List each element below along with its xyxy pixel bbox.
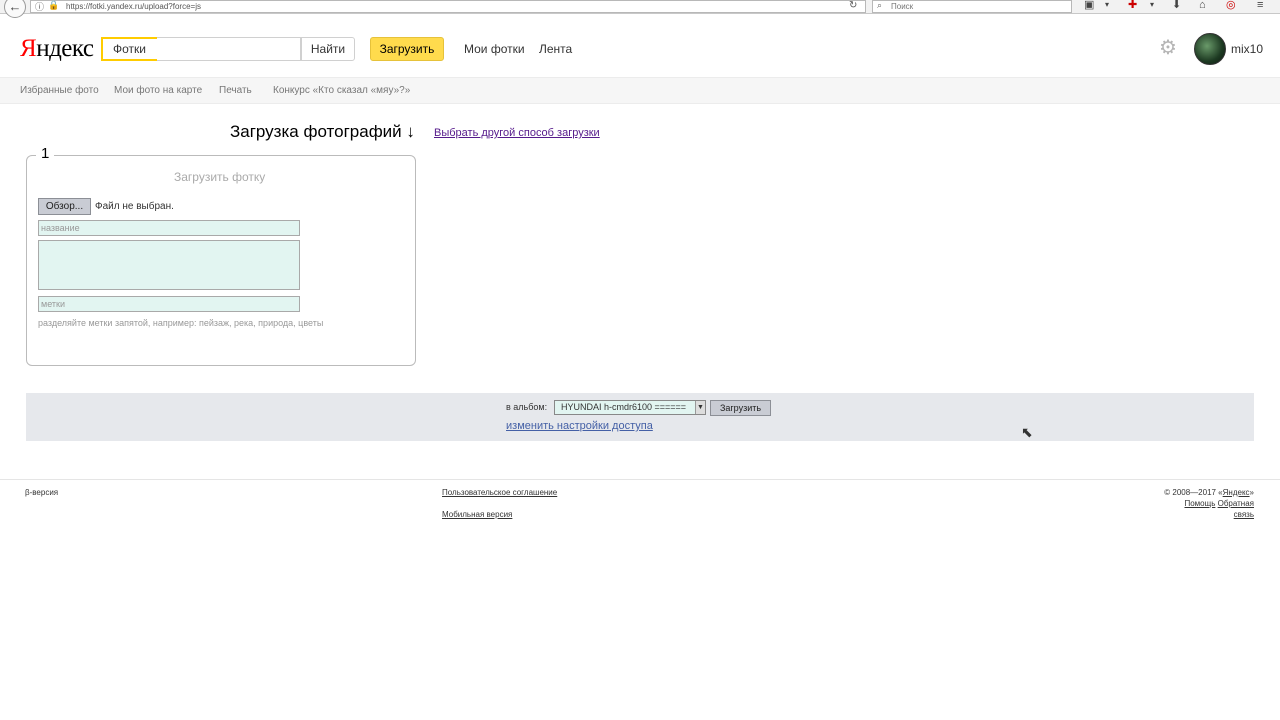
- yandex-logo[interactable]: Яндекс: [20, 35, 94, 63]
- user-agreement-link[interactable]: Пользовательское соглашение: [442, 488, 557, 497]
- menu-icon[interactable]: ≡: [1257, 0, 1263, 12]
- subnav-print[interactable]: Печать: [219, 85, 252, 96]
- service-tag[interactable]: Фотки: [101, 37, 167, 61]
- dropdown-icon[interactable]: ▾: [1105, 0, 1109, 12]
- help-link[interactable]: Помощь: [1184, 499, 1215, 508]
- reload-icon[interactable]: ↻: [849, 0, 857, 11]
- addon-icon[interactable]: ✚: [1128, 0, 1137, 12]
- browser-search-input[interactable]: ⌕ Поиск: [872, 0, 1072, 13]
- info-icon[interactable]: ⓘ: [35, 0, 44, 13]
- subnav-map[interactable]: Мои фото на карте: [114, 85, 202, 96]
- home-icon[interactable]: ⌂: [1199, 0, 1206, 12]
- yandex-link[interactable]: Яндекс: [1223, 488, 1250, 497]
- browser-toolbar: ← ⓘ 🔒 https://fotki.yandex.ru/upload?for…: [0, 0, 1280, 18]
- copyright-end: »: [1249, 488, 1254, 497]
- footer-divider: [0, 479, 1280, 480]
- footer-links-2: связь: [1234, 510, 1254, 519]
- photo-tags-input[interactable]: метки: [38, 296, 300, 312]
- feedback-link[interactable]: Обратная: [1218, 499, 1254, 508]
- nav-my-photos[interactable]: Мои фотки: [464, 42, 525, 56]
- copyright: © 2008—2017 «Яндекс»: [1164, 488, 1254, 497]
- search-placeholder: Поиск: [891, 2, 914, 11]
- browse-button[interactable]: Обзор...: [38, 198, 91, 215]
- subnav-contest[interactable]: Конкурс «Кто сказал «мяу»?»: [273, 85, 410, 96]
- file-status: Файл не выбран.: [95, 201, 174, 212]
- album-label: в альбом:: [506, 402, 548, 412]
- header-upload-button[interactable]: Загрузить: [370, 37, 444, 61]
- opera-icon[interactable]: ◎: [1226, 0, 1236, 12]
- gear-icon[interactable]: ⚙: [1159, 38, 1177, 58]
- back-arrow-icon[interactable]: ←: [4, 0, 26, 18]
- feedback-link-2[interactable]: связь: [1234, 510, 1254, 519]
- mobile-version-link[interactable]: Мобильная версия: [442, 510, 512, 519]
- logo-first-letter: Я: [20, 35, 37, 62]
- logo-rest: ндекс: [36, 35, 94, 62]
- sub-navigation: Избранные фото Мои фото на карте Печать …: [0, 77, 1280, 104]
- address-bar[interactable]: ⓘ 🔒 https://fotki.yandex.ru/upload?force…: [30, 0, 866, 13]
- copyright-text: © 2008—2017 «: [1164, 488, 1223, 497]
- mouse-cursor-icon: ⬉: [1021, 424, 1033, 440]
- save-icon[interactable]: ▣: [1084, 0, 1094, 12]
- subnav-favorites[interactable]: Избранные фото: [20, 85, 99, 96]
- dropdown-icon[interactable]: ▾: [1150, 0, 1154, 12]
- nav-feed[interactable]: Лента: [539, 42, 572, 56]
- page-title: Загрузка фотографий ↓: [230, 122, 415, 141]
- album-upload-button[interactable]: Загрузить: [710, 400, 771, 416]
- download-icon[interactable]: ⬇: [1172, 0, 1181, 12]
- footer-links: Помощь Обратная: [1184, 499, 1254, 508]
- avatar[interactable]: [1194, 33, 1226, 65]
- site-header: Яндекс Фотки Найти Загрузить Мои фотки Л…: [0, 22, 1280, 77]
- lock-icon: 🔒: [48, 0, 60, 10]
- chevron-down-icon[interactable]: ▼: [695, 401, 705, 414]
- panel-heading: Загрузить фотку: [174, 170, 266, 184]
- album-select[interactable]: HYUNDAI h-cmdr6100 ====== ▼: [554, 400, 706, 415]
- username[interactable]: mix10: [1231, 42, 1263, 56]
- album-selected-value: HYUNDAI h-cmdr6100 ======: [561, 402, 687, 412]
- panel-number: 1: [36, 145, 55, 162]
- header-search-input[interactable]: [157, 37, 301, 61]
- other-upload-method-link[interactable]: Выбрать другой способ загрузки: [434, 127, 600, 139]
- photo-description-textarea[interactable]: [38, 240, 300, 290]
- url-text[interactable]: https://fotki.yandex.ru/upload?force=js: [66, 1, 201, 13]
- photo-title-input[interactable]: название: [38, 220, 300, 236]
- tags-hint: разделяйте метки запятой, например: пейз…: [38, 318, 324, 328]
- beta-label: β-версия: [25, 488, 59, 497]
- find-button[interactable]: Найти: [301, 37, 355, 61]
- access-settings-link[interactable]: изменить настройки доступа: [506, 420, 653, 432]
- search-icon: ⌕: [877, 0, 883, 10]
